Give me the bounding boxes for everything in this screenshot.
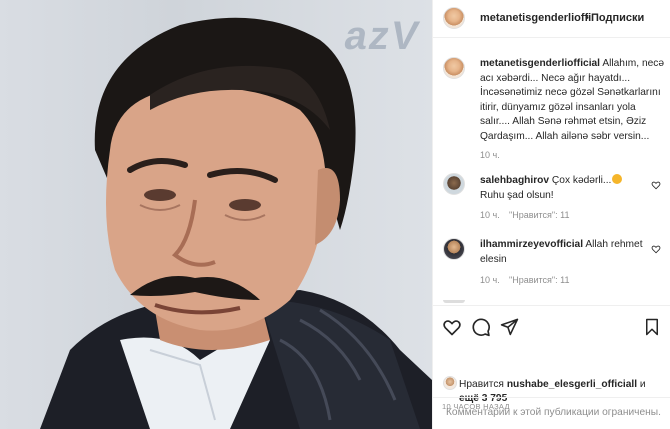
caption-username[interactable]: metanetisgenderliofficial	[480, 58, 600, 69]
next-comment-avatar-partial	[443, 300, 465, 303]
liker-avatar[interactable]	[443, 376, 457, 390]
share-paper-plane-icon[interactable]	[500, 317, 519, 336]
likes-prefix: Нравится	[459, 379, 504, 390]
separator-dot: •	[585, 12, 589, 24]
comment-like-heart-icon[interactable]	[651, 244, 661, 254]
comment-avatar[interactable]	[443, 173, 465, 195]
header-divider	[433, 37, 670, 38]
liker-username[interactable]: nushabe_elesgerli_officiall	[507, 379, 637, 390]
comment-avatar[interactable]	[443, 238, 465, 260]
comment-item: ilhammirzeyevofficial Allah rehmet elesi…	[480, 238, 645, 267]
comment-time[interactable]: 10 ч.	[480, 210, 500, 220]
author-username[interactable]: metanetisgenderlioffi	[480, 12, 591, 24]
comments-disabled-notice: Комментарии к этой публикации ограничены…	[446, 407, 661, 418]
sad-face-emoji-icon	[612, 174, 623, 184]
comment-likes-count[interactable]: "Нравится": 11	[509, 210, 569, 220]
man-portrait	[40, 17, 432, 429]
caption-time[interactable]: 10 ч.	[480, 150, 500, 160]
following-button[interactable]: Подписки	[591, 12, 644, 24]
comment-text-end: Ruhu şad olsun!	[480, 189, 554, 201]
comment-username[interactable]: salehbaghirov	[480, 175, 549, 186]
caption-avatar[interactable]	[443, 57, 465, 79]
comment-text: Çox kədərli...	[551, 175, 612, 186]
author-avatar[interactable]	[443, 7, 465, 29]
comment-likes-count[interactable]: "Нравится": 11	[509, 275, 569, 285]
post-caption: metanetisgenderliofficial Allahım, necə …	[480, 57, 666, 144]
post-image[interactable]: azV	[0, 0, 432, 429]
footer-divider	[433, 397, 670, 398]
comment-bubble-icon[interactable]	[471, 317, 491, 337]
actions-divider	[433, 305, 670, 306]
save-bookmark-icon[interactable]	[643, 317, 661, 337]
comment-username[interactable]: ilhammirzeyevofficial	[480, 239, 583, 250]
caption-text: Allahım, necə acı xəbərdi... Necə ağır h…	[480, 58, 665, 142]
comment-like-heart-icon[interactable]	[651, 180, 661, 190]
like-heart-icon[interactable]	[442, 317, 462, 337]
comment-item: salehbaghirov Çox kədərli... Ruhu şad ols…	[480, 174, 645, 203]
post-header: metanetisgenderlioffi • Подписки	[433, 0, 670, 37]
comment-time[interactable]: 10 ч.	[480, 275, 500, 285]
post-sidebar: metanetisgenderlioffi • Подписки metanet…	[433, 0, 670, 429]
likes-and: и	[639, 379, 646, 390]
